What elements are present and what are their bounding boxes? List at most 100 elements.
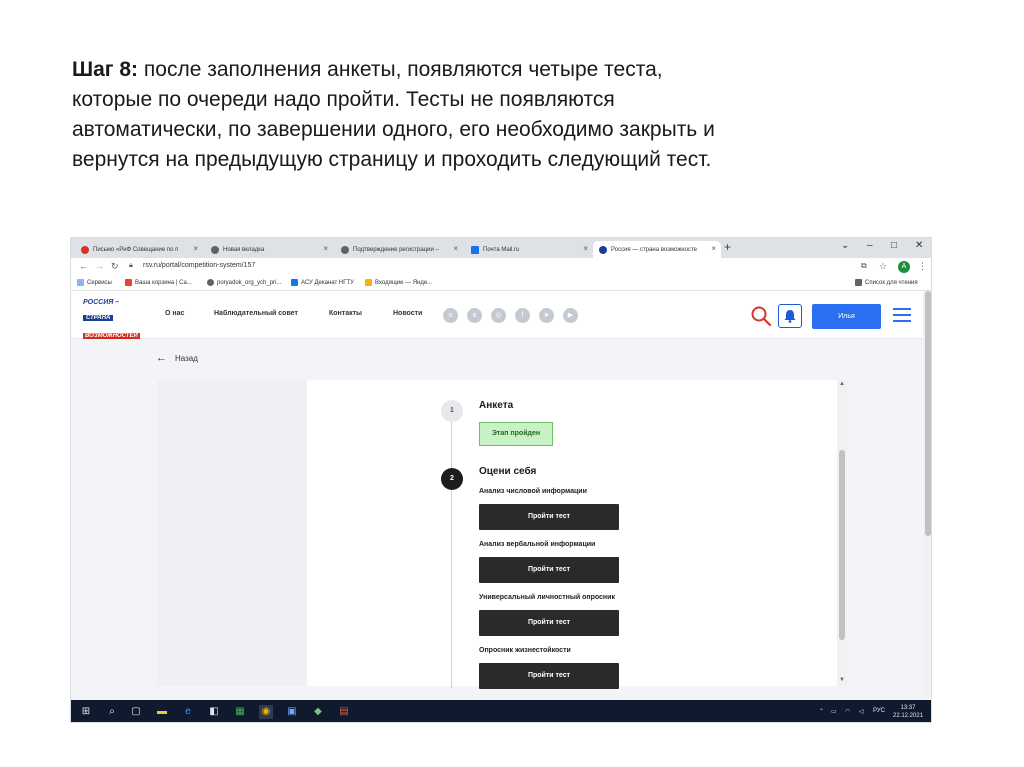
photos-icon[interactable]: ▣ <box>285 705 299 719</box>
clock-date: 22.12.2021 <box>893 713 924 719</box>
telegram-icon[interactable]: ➤ <box>539 308 554 323</box>
site-header: РОССИЯ – СТРАНА ВОЗМОЖНОСТЕЙ О нас Наблю… <box>71 291 923 339</box>
wifi-icon[interactable]: ◠ <box>845 708 850 715</box>
tab-close-icon[interactable]: × <box>323 244 328 253</box>
close-window-icon[interactable]: ✕ <box>915 240 923 251</box>
tab-title: Почта Mail.ru <box>483 246 520 253</box>
take-test-button-hardiness[interactable]: Пройти тест <box>479 663 619 689</box>
test-label-numerical: Анализ числовой информации <box>479 488 587 495</box>
nav-contacts[interactable]: Контакты <box>329 310 362 317</box>
caption-line-4: вернутся на предыдущую страницу и проход… <box>72 148 712 171</box>
vk-icon[interactable]: в <box>467 308 482 323</box>
tab-close-icon[interactable]: × <box>193 244 198 253</box>
tab-close-icon[interactable]: × <box>711 244 716 253</box>
timeline-line <box>451 408 452 688</box>
task-view-icon[interactable]: ▢ <box>129 705 143 719</box>
card-scrollbar-thumb[interactable] <box>839 450 845 640</box>
volume-icon[interactable]: ◁ <box>859 708 864 715</box>
card-scrollbar[interactable]: ▲ ▼ <box>837 380 847 686</box>
address-bar: ← → ↻ 🔒︎ rsv.ru/portal/competition-syste… <box>71 258 931 276</box>
new-tab-button[interactable]: + <box>724 240 731 254</box>
globe-icon <box>207 279 214 286</box>
user-profile-button[interactable]: Илья <box>812 304 881 329</box>
tab-new-tab[interactable]: Новая вкладка × <box>205 241 333 258</box>
take-test-button-verbal[interactable]: Пройти тест <box>479 557 619 583</box>
reading-list-icon <box>855 279 862 286</box>
step-2-number: 2 <box>441 468 463 490</box>
forward-icon[interactable]: → <box>95 261 104 271</box>
apps-icon <box>77 279 84 286</box>
page-scrollbar[interactable] <box>923 291 931 698</box>
tab-title: Новая вкладка <box>223 246 265 253</box>
back-icon[interactable]: ← <box>79 261 88 271</box>
scroll-up-icon[interactable]: ▲ <box>839 381 845 387</box>
app-icon[interactable]: ◆ <box>311 705 325 719</box>
instagram-icon[interactable]: ◎ <box>491 308 506 323</box>
minimize-icon[interactable]: – <box>867 240 873 251</box>
tab-search-icon[interactable]: ⌄ <box>841 240 849 251</box>
competition-card <box>307 380 837 686</box>
envelope-icon <box>365 279 372 286</box>
reload-icon[interactable]: ↻ <box>111 261 119 272</box>
tab-rsv-active[interactable]: Россия — страна возможносте × <box>593 241 721 258</box>
tab-confirm-registration[interactable]: Подтверждение регистрации – × <box>335 241 463 258</box>
stage-completed-badge: Этап пройден <box>479 422 553 446</box>
bookmark-yandex-inbox[interactable]: Входящие — Янде... <box>365 279 432 286</box>
take-test-button-personality[interactable]: Пройти тест <box>479 610 619 636</box>
nav-news[interactable]: Новости <box>393 310 422 317</box>
arrow-left-icon: ← <box>156 352 167 364</box>
bookmark-asu[interactable]: АСУ Деканат НГТУ <box>291 279 354 286</box>
scroll-down-icon[interactable]: ▼ <box>839 677 845 683</box>
caption-line-2: которые по очереди надо пройти. Тесты не… <box>72 88 615 111</box>
tab-strip: Письмо «РиФ Совещание по п × Новая вклад… <box>71 238 931 258</box>
step-2-title: Оцени себя <box>479 466 537 477</box>
bookmark-cart[interactable]: Ваша корзина | Са... <box>125 279 192 286</box>
page-scrollbar-thumb[interactable] <box>925 291 931 536</box>
youtube-icon[interactable]: ▶ <box>563 308 578 323</box>
edge-icon[interactable]: e <box>181 705 195 719</box>
system-clock[interactable]: 13:37 22.12.2021 <box>893 704 923 720</box>
tab-title: Россия — страна возможносте <box>611 246 697 253</box>
notifications-button[interactable] <box>778 304 802 328</box>
language-indicator[interactable]: РУС <box>873 708 885 714</box>
reading-list[interactable]: Список для чтения <box>855 279 918 286</box>
chrome-menu-icon[interactable]: ⋮ <box>918 261 927 272</box>
back-link[interactable]: ← Назад <box>156 352 198 364</box>
ok-icon[interactable]: о <box>443 308 458 323</box>
bookmarks-bar: Сервисы Ваша корзина | Са... poryadok_or… <box>71 276 931 291</box>
search-icon[interactable]: ⌕ <box>105 705 119 719</box>
nav-about[interactable]: О нас <box>165 310 184 317</box>
facebook-icon[interactable]: f <box>515 308 530 323</box>
store-icon[interactable]: ◧ <box>207 705 221 719</box>
nav-supervisory-board[interactable]: Наблюдательный совет <box>214 310 298 317</box>
excel-icon[interactable]: ▦ <box>233 705 247 719</box>
site-logo[interactable]: РОССИЯ – СТРАНА ВОЗМОЖНОСТЕЙ <box>83 299 143 339</box>
url-field[interactable]: rsv.ru/portal/competition-system/157 <box>143 262 255 269</box>
maximize-icon[interactable]: □ <box>891 240 897 251</box>
test-label-personality: Универсальный личностный опросник <box>479 594 615 601</box>
tray-arrow-icon[interactable]: ⌃ <box>819 708 824 715</box>
translate-icon[interactable]: ⧉ <box>861 261 867 271</box>
search-icon[interactable] <box>750 305 772 327</box>
tab-close-icon[interactable]: × <box>583 244 588 253</box>
step-label: Шаг 8: <box>72 58 139 81</box>
tab-mail-letter[interactable]: Письмо «РиФ Совещание по п × <box>75 241 203 258</box>
tab-mail-ru[interactable]: Почта Mail.ru × <box>465 241 593 258</box>
pdf-reader-icon[interactable]: ▤ <box>337 705 351 719</box>
bookmark-star-icon[interactable]: ☆ <box>879 261 887 272</box>
cart-icon <box>125 279 132 286</box>
take-test-button-numerical[interactable]: Пройти тест <box>479 504 619 530</box>
profile-avatar[interactable]: A <box>898 261 910 273</box>
lock-icon[interactable]: 🔒︎ <box>129 262 133 270</box>
bookmark-services[interactable]: Сервисы <box>77 279 112 286</box>
clock-time: 13:37 <box>900 705 916 711</box>
file-explorer-icon[interactable]: ▬ <box>155 705 169 719</box>
windows-start-icon[interactable]: ⊞ <box>79 705 93 719</box>
mail-favicon-icon <box>81 245 89 254</box>
hamburger-menu-icon[interactable] <box>893 308 911 322</box>
chrome-icon[interactable]: ◉ <box>259 705 273 719</box>
back-label: Назад <box>175 353 198 363</box>
tab-close-icon[interactable]: × <box>453 244 458 253</box>
network-icon[interactable]: ▭ <box>831 708 837 715</box>
bookmark-poryadok[interactable]: poryadok_org_ych_pri... <box>207 279 281 286</box>
